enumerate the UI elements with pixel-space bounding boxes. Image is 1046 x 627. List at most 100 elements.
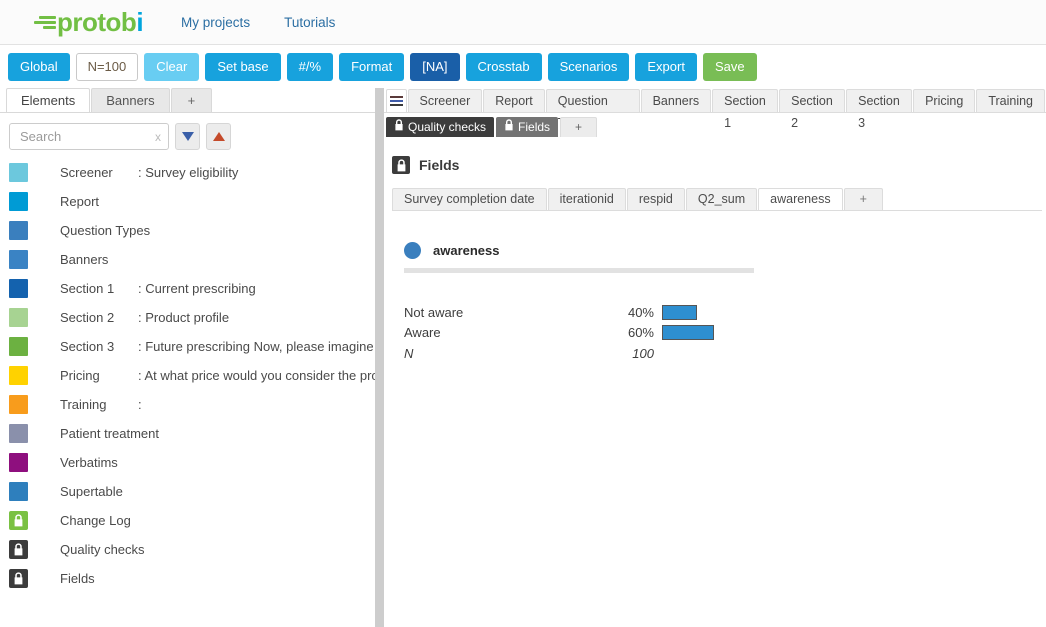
field-tabs: Survey completion date iterationid respi… — [384, 187, 1046, 210]
chart-bar-row: Aware 60% — [404, 322, 759, 342]
chart-category-label: Aware — [404, 324, 441, 340]
section-tabs-divider — [384, 112, 1046, 113]
sidebar-item-section-3[interactable]: Section 3 : Future prescribing Now, pleas… — [0, 332, 375, 361]
tab-pricing[interactable]: Pricing — [913, 89, 976, 112]
right-panel: Screener Report Question Types Banners S… — [384, 88, 1046, 627]
logo-text-green: protob — [57, 7, 137, 37]
sidebar-item-label: Section 1 — [60, 281, 115, 296]
sidebar-item-description: : — [138, 397, 142, 412]
nav-link-my-projects[interactable]: My projects — [181, 15, 250, 30]
sidebar-item-label: Section 3 — [60, 339, 115, 354]
subtab-label: Quality checks — [408, 119, 487, 134]
clear-search-icon[interactable]: x — [155, 130, 161, 144]
search-input[interactable] — [18, 124, 146, 149]
chart-header-rule — [404, 268, 754, 273]
save-button[interactable]: Save — [702, 52, 757, 81]
tab-banners[interactable]: Banners — [640, 89, 712, 112]
top-navigation-bar: protobi My projects Tutorials — [0, 0, 1046, 45]
sidebar-item-change-log[interactable]: Change Log — [0, 506, 375, 535]
sidebar-item-question-types[interactable]: Question Types — [0, 216, 375, 245]
number-percent-toggle-button[interactable]: #/% — [286, 52, 334, 81]
color-swatch — [9, 192, 28, 211]
sidebar-item-pricing[interactable]: Pricing: At what price would you conside… — [0, 361, 375, 390]
sidebar-item-label: Verbatims — [60, 455, 118, 470]
sidebar-item-patient-treatment[interactable]: Patient treatment — [0, 419, 375, 448]
chart-bar-container — [662, 324, 715, 340]
set-base-button[interactable]: Set base — [205, 52, 281, 81]
sidebar-item-section-1[interactable]: Section 1 : Current prescribing — [0, 274, 375, 303]
subtab-quality-checks[interactable]: Quality checks — [386, 117, 495, 137]
sort-ascending-button[interactable] — [206, 123, 231, 150]
search-box[interactable]: x — [9, 123, 169, 150]
hamburger-icon[interactable] — [386, 89, 407, 112]
color-swatch — [9, 250, 28, 269]
color-swatch — [9, 453, 28, 472]
color-swatch — [9, 221, 28, 240]
section-subtabs: Quality checks Fields + — [384, 116, 1046, 137]
tab-report[interactable]: Report — [483, 89, 545, 112]
panel-divider-scrollbar[interactable] — [375, 88, 384, 627]
sidebar-item-screener[interactable]: Screener: Survey eligibility — [0, 158, 375, 187]
search-row: x — [0, 113, 375, 150]
tab-banners[interactable]: Banners — [91, 88, 170, 112]
sidebar-item-description: : Future prescribing Now, please imagine… — [138, 339, 375, 354]
sidebar-item-report[interactable]: Report — [0, 187, 375, 216]
tab-section-3[interactable]: Section 3 — [846, 89, 913, 130]
base-n-button[interactable]: N=100 — [75, 52, 139, 81]
chart-rows: Not aware 40% Aware 60% N 100 — [404, 302, 759, 363]
chart-bar-container — [662, 304, 697, 320]
sidebar-item-description: : Current prescribing — [138, 281, 256, 296]
subtab-add-new[interactable]: + — [560, 117, 598, 137]
tab-training[interactable]: Training — [976, 89, 1046, 112]
sidebar-item-quality-checks[interactable]: Quality checks — [0, 535, 375, 564]
chart-bar — [662, 304, 697, 320]
field-tab-add-new[interactable]: + — [843, 188, 883, 210]
field-tab-q2-sum[interactable]: Q2_sum — [685, 188, 758, 210]
crosstab-button[interactable]: Crosstab — [465, 52, 542, 81]
sidebar-item-training[interactable]: Training: — [0, 390, 375, 419]
tab-elements[interactable]: Elements — [6, 88, 91, 112]
tab-add-new[interactable]: + — [170, 88, 213, 112]
na-button[interactable]: [NA] — [410, 52, 460, 81]
color-swatch — [9, 482, 28, 501]
sidebar-item-section-2[interactable]: Section 2: Product profile — [0, 303, 375, 332]
field-tab-respid[interactable]: respid — [626, 188, 685, 210]
sidebar-item-verbatims[interactable]: Verbatims — [0, 448, 375, 477]
triangle-down-icon — [181, 132, 194, 141]
field-tab-survey-completion-date[interactable]: Survey completion date — [392, 188, 547, 210]
field-tab-iterationid[interactable]: iterationid — [547, 188, 626, 210]
element-list: Screener: Survey eligibility Report Questi… — [0, 158, 375, 593]
chart-base-label: N — [404, 345, 414, 361]
clear-button[interactable]: Clear — [144, 52, 200, 81]
lock-icon — [9, 511, 28, 530]
lock-icon — [394, 118, 404, 137]
sort-descending-button[interactable] — [175, 123, 200, 150]
tab-section-2[interactable]: Section 2 — [779, 89, 846, 130]
sidebar-item-label: Report — [60, 194, 100, 209]
field-tab-awareness[interactable]: awareness — [758, 188, 843, 210]
subtab-fields[interactable]: Fields — [496, 117, 559, 137]
field-tabs-divider — [392, 210, 1042, 211]
tab-question-types[interactable]: Question Types — [545, 89, 640, 130]
tab-section-1[interactable]: Section 1 — [712, 89, 779, 130]
lock-icon — [392, 156, 410, 174]
protobi-app-window: protobi My projects Tutorials Global N=1… — [0, 0, 1046, 627]
chart-value-label: 40% — [627, 304, 654, 320]
global-button[interactable]: Global — [8, 52, 70, 81]
sidebar-item-supertable[interactable]: Supertable — [0, 477, 375, 506]
tab-screener[interactable]: Screener — [407, 89, 483, 112]
sidebar-item-banners[interactable]: Banners — [0, 245, 375, 274]
page-title: Fields — [392, 156, 1046, 174]
nav-link-tutorials[interactable]: Tutorials — [284, 15, 335, 30]
left-panel-tabs: Elements Banners + — [0, 88, 375, 112]
sidebar-item-fields[interactable]: Fields — [0, 564, 375, 593]
blue-dot-icon — [404, 242, 421, 259]
scenarios-button[interactable]: Scenarios — [547, 52, 630, 81]
color-swatch — [9, 424, 28, 443]
export-button[interactable]: Export — [635, 52, 697, 81]
format-button[interactable]: Format — [339, 52, 405, 81]
sidebar-item-description: : Survey eligibility — [138, 165, 239, 180]
protobi-logo[interactable]: protobi — [34, 0, 144, 45]
color-swatch — [9, 163, 28, 182]
color-swatch — [9, 279, 28, 298]
